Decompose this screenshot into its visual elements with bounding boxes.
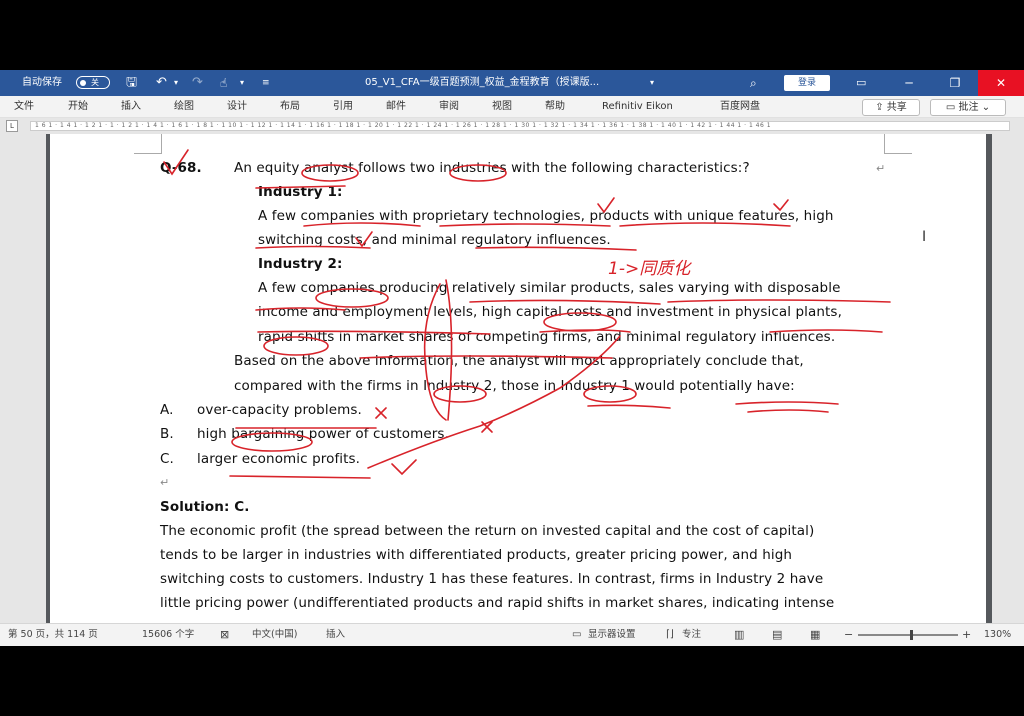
title-dropdown-icon[interactable]: ▾ bbox=[650, 70, 654, 96]
paragraph-mark: ↵ bbox=[876, 162, 886, 175]
tab-layout[interactable]: 布局 bbox=[280, 96, 300, 118]
autosave-toggle[interactable]: 关 bbox=[76, 70, 110, 96]
solution-line2: tends to be larger in industries with di… bbox=[160, 547, 793, 563]
solution-line1: The economic profit (the spread between … bbox=[160, 523, 815, 539]
solution-label: Solution: C. bbox=[160, 499, 250, 515]
minimize-button[interactable]: ─ bbox=[886, 70, 932, 96]
ribbon-tabs: 文件 开始 插入 绘图 设计 布局 引用 邮件 审阅 视图 帮助 Refinit… bbox=[0, 96, 1024, 118]
tab-baidu-netdisk[interactable]: 百度网盘 bbox=[720, 96, 760, 118]
question-number: Q-68. bbox=[160, 160, 202, 176]
focus-icon: ⌈⌋ bbox=[666, 629, 674, 640]
option-a-text: over-capacity problems. bbox=[197, 402, 362, 418]
paragraph-mark: ↵ bbox=[160, 476, 170, 489]
tab-home[interactable]: 开始 bbox=[68, 96, 88, 118]
option-b-letter: B. bbox=[160, 426, 174, 442]
zoom-slider-thumb[interactable] bbox=[910, 630, 913, 640]
close-button[interactable]: ✕ bbox=[978, 70, 1024, 96]
restore-button[interactable]: ❐ bbox=[932, 70, 978, 96]
proofing-icon[interactable]: ⊠ bbox=[220, 624, 229, 646]
industry2-heading: Industry 2: bbox=[258, 256, 343, 272]
tab-insert[interactable]: 插入 bbox=[121, 96, 141, 118]
zoom-out-button[interactable]: − bbox=[844, 624, 853, 646]
web-layout-icon[interactable]: ▦ bbox=[810, 624, 820, 646]
read-mode-icon[interactable]: ▥ bbox=[734, 624, 744, 646]
industry1-text-line2: switching costs, and minimal regulatory … bbox=[258, 232, 611, 248]
undo-icon[interactable]: ↶ bbox=[156, 70, 167, 96]
touch-mode-icon[interactable]: ☝ bbox=[220, 70, 227, 96]
share-icon: ⇪ bbox=[875, 102, 887, 113]
tab-design[interactable]: 设计 bbox=[227, 96, 247, 118]
language-indicator[interactable]: 中文(中国) bbox=[252, 624, 297, 646]
display-settings-icon: ▭ bbox=[572, 629, 582, 640]
tab-references[interactable]: 引用 bbox=[333, 96, 353, 118]
chevron-down-icon: ⌄ bbox=[978, 102, 991, 113]
share-button[interactable]: ⇪ 共享 bbox=[862, 99, 920, 116]
title-bar: 自动保存 关 🖫 ↶ ▾ ↷ ☝ ▾ ≡ 05_V1_CFA一级百题预测_权益_… bbox=[0, 70, 1024, 96]
industry2-text-line1: A few companies producing relatively sim… bbox=[258, 280, 841, 296]
option-c-text: larger economic profits. bbox=[197, 451, 361, 467]
ruler-ticks: 1 6 1 · 1 4 1 · 1 2 1 · 1 · 1 2 1 · 1 4 … bbox=[30, 121, 1010, 131]
display-settings[interactable]: 显示器设置 bbox=[588, 624, 636, 646]
industry2-text-line3: rapid shifts in market shares of competi… bbox=[258, 329, 836, 345]
tab-draw[interactable]: 绘图 bbox=[174, 96, 194, 118]
ribbon-display-icon[interactable]: ▭ bbox=[856, 70, 866, 96]
prompt-line1: Based on the above information, the anal… bbox=[234, 353, 804, 369]
word-window: 自动保存 关 🖫 ↶ ▾ ↷ ☝ ▾ ≡ 05_V1_CFA一级百题预测_权益_… bbox=[0, 70, 1024, 646]
page-info[interactable]: 第 50 页，共 114 页 bbox=[8, 624, 98, 646]
text-cursor-icon: I bbox=[922, 229, 927, 245]
option-a-letter: A. bbox=[160, 402, 174, 418]
document-title[interactable]: 05_V1_CFA一级百题预测_权益_金程教育（授课版... bbox=[365, 70, 599, 96]
comment-icon: ▭ bbox=[945, 102, 959, 113]
print-layout-icon[interactable]: ▤ bbox=[772, 624, 782, 646]
option-c-letter: C. bbox=[160, 451, 174, 467]
prompt-line2: compared with the firms in Industry 2, t… bbox=[234, 378, 795, 394]
word-count[interactable]: 15606 个字 bbox=[142, 624, 194, 646]
solution-line3: switching costs to customers. Industry 1… bbox=[160, 571, 824, 587]
horizontal-ruler[interactable]: L 1 6 1 · 1 4 1 · 1 2 1 · 1 · 1 2 1 · 1 … bbox=[0, 118, 1024, 134]
industry1-text-line1: A few companies with proprietary technol… bbox=[258, 208, 834, 224]
tab-file[interactable]: 文件 bbox=[14, 96, 34, 118]
login-button[interactable]: 登录 bbox=[784, 75, 830, 91]
redo-icon[interactable]: ↷ bbox=[192, 70, 203, 96]
document-area: Q-68. An equity analyst follows two indu… bbox=[0, 134, 1024, 623]
tab-review[interactable]: 审阅 bbox=[439, 96, 459, 118]
zoom-level[interactable]: 130% bbox=[984, 624, 1011, 646]
tab-selector[interactable]: L bbox=[6, 120, 18, 132]
customize-toolbar-icon[interactable]: ≡ bbox=[262, 70, 270, 96]
autosave-label: 自动保存 bbox=[22, 77, 62, 88]
option-b-text: high bargaining power of customers. bbox=[197, 426, 449, 442]
tab-view[interactable]: 视图 bbox=[492, 96, 512, 118]
industry1-heading: Industry 1: bbox=[258, 184, 343, 200]
zoom-in-button[interactable]: + bbox=[962, 624, 971, 646]
crop-mark bbox=[884, 134, 912, 154]
tab-mailings[interactable]: 邮件 bbox=[386, 96, 406, 118]
save-icon[interactable]: 🖫 bbox=[126, 70, 137, 96]
tab-refinitiv-eikon[interactable]: Refinitiv Eikon bbox=[602, 96, 673, 118]
question-intro: An equity analyst follows two industries… bbox=[234, 160, 750, 176]
comments-button[interactable]: ▭ 批注 ⌄ bbox=[930, 99, 1006, 116]
insert-mode[interactable]: 插入 bbox=[326, 624, 345, 646]
zoom-slider[interactable] bbox=[858, 634, 958, 636]
undo-dropdown-icon[interactable]: ▾ bbox=[174, 70, 178, 96]
status-bar: 第 50 页，共 114 页 15606 个字 ⊠ 中文(中国) 插入 ▭ 显示… bbox=[0, 623, 1024, 646]
solution-line4: little pricing power (undifferentiated p… bbox=[160, 595, 835, 611]
crop-mark bbox=[134, 134, 162, 154]
tab-help[interactable]: 帮助 bbox=[545, 96, 565, 118]
search-icon[interactable]: ⌕ bbox=[750, 70, 757, 96]
touch-dropdown-icon[interactable]: ▾ bbox=[240, 70, 244, 96]
industry2-text-line2: income and employment levels, high capit… bbox=[258, 304, 842, 320]
focus-mode[interactable]: 专注 bbox=[682, 624, 701, 646]
